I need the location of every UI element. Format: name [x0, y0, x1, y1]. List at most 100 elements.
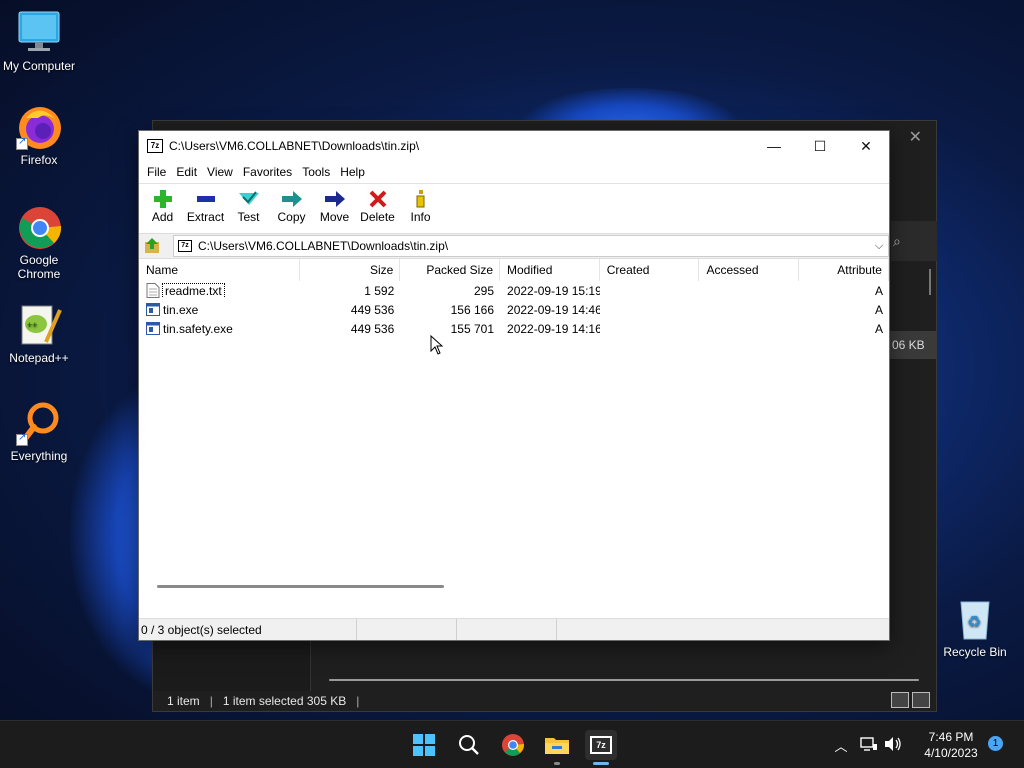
menu-edit[interactable]: Edit [171, 165, 202, 179]
test-icon [227, 188, 270, 210]
col-created[interactable]: Created [600, 259, 700, 281]
taskbar-chrome[interactable] [497, 730, 529, 760]
taskbar: 7z ︿ 7:46 PM 4/10/2023 [0, 720, 1024, 768]
file-size: 449 536 [350, 321, 395, 336]
col-name[interactable]: Name [139, 259, 300, 281]
tiles-view-button[interactable] [912, 692, 930, 708]
address-bar: 7z C:\Users\VM6.COLLABNET\Downloads\tin.… [139, 233, 889, 259]
status-bar: 0 / 3 object(s) selected [139, 618, 889, 640]
table-row[interactable]: tin.safety.exe 449 536 155 701 2022-09-1… [139, 319, 889, 338]
status-cell [457, 619, 557, 640]
file-packed-size: 295 [473, 283, 495, 298]
file-modified: 2022-09-19 14:46 [507, 302, 600, 317]
notification-badge[interactable]: 1 [988, 736, 1003, 751]
taskbar-file-explorer[interactable] [541, 730, 573, 765]
file-size: 1 592 [364, 283, 395, 298]
copy-icon [270, 188, 313, 210]
col-accessed[interactable]: Accessed [699, 259, 800, 281]
folder-icon [545, 738, 569, 754]
col-packed-size[interactable]: Packed Size [400, 259, 501, 281]
desktop-icon-my-computer[interactable]: My Computer [0, 10, 78, 73]
file-name: readme.txt [162, 283, 225, 298]
path-field[interactable]: 7z C:\Users\VM6.COLLABNET\Downloads\tin.… [173, 235, 889, 257]
search-button[interactable] [453, 730, 485, 760]
table-row[interactable]: tin.exe 449 536 156 166 2022-09-19 14:46… [139, 300, 889, 319]
horizontal-scrollbar[interactable] [157, 585, 444, 588]
everything-search-icon [16, 400, 62, 446]
title-bar[interactable]: 7z C:\Users\VM6.COLLABNET\Downloads\tin.… [139, 131, 889, 161]
desktop-icon-recycle-bin[interactable]: ♻ Recycle Bin [936, 596, 1014, 659]
file-list[interactable]: Name Size Packed Size Modified Created A… [139, 259, 889, 602]
monitor-icon [16, 10, 62, 56]
desktop-icon-label: My Computer [2, 59, 76, 73]
exe-file-icon [146, 321, 160, 336]
network-icon[interactable] [860, 736, 878, 755]
menu-help[interactable]: Help [335, 165, 370, 179]
firefox-icon [16, 104, 62, 150]
volume-icon[interactable] [884, 736, 902, 755]
desktop-icon-everything[interactable]: Everything [0, 400, 78, 463]
status-cell [357, 619, 457, 640]
start-button[interactable] [408, 730, 440, 760]
maximize-button[interactable]: ☐ [797, 131, 843, 161]
add-button[interactable]: Add [141, 184, 184, 232]
extract-icon [184, 188, 227, 210]
system-tray: ︿ [830, 721, 902, 768]
test-button[interactable]: Test [227, 184, 270, 232]
desktop-icon-notepadpp[interactable]: ++ Notepad++ [0, 302, 78, 365]
active-indicator [593, 762, 609, 765]
scrollbar[interactable] [929, 269, 931, 295]
info-button[interactable]: Info [399, 184, 442, 232]
move-button[interactable]: Move [313, 184, 356, 232]
delete-button[interactable]: Delete [356, 184, 399, 232]
sevenzip-icon: 7z [590, 736, 612, 754]
nav-pane [153, 641, 311, 691]
table-row[interactable]: readme.txt 1 592 295 2022-09-19 15:19 A [139, 281, 889, 300]
clock[interactable]: 7:46 PM 4/10/2023 [918, 729, 984, 761]
clock-time: 7:46 PM [928, 730, 974, 744]
file-size-badge: 06 KB [888, 331, 936, 359]
col-size[interactable]: Size [300, 259, 401, 281]
column-header-row: Name Size Packed Size Modified Created A… [139, 259, 889, 281]
desktop-icon-label: Everything [10, 449, 68, 463]
taskbar-7zip[interactable]: 7z [585, 730, 617, 765]
copy-button[interactable]: Copy [270, 184, 313, 232]
minimize-button[interactable]: — [751, 131, 797, 161]
menu-tools[interactable]: Tools [297, 165, 335, 179]
file-name: tin.exe [163, 302, 199, 317]
running-indicator [554, 762, 560, 765]
menu-view[interactable]: View [202, 165, 238, 179]
window-title: C:\Users\VM6.COLLABNET\Downloads\tin.zip… [169, 139, 420, 153]
desktop-icon-label: Firefox [20, 153, 58, 167]
desktop-icon-label: Notepad++ [9, 351, 69, 365]
col-attribute[interactable]: Attribute [799, 259, 889, 281]
col-modified[interactable]: Modified [500, 259, 600, 281]
horizontal-scrollbar[interactable] [329, 679, 919, 681]
shortcut-arrow-icon [16, 432, 28, 446]
desktop-icon-chrome[interactable]: Google Chrome [0, 204, 78, 281]
sevenzip-app-icon: 7z [147, 139, 163, 153]
chevron-up-icon[interactable]: ︿ [830, 736, 852, 755]
selection-status: 0 / 3 object(s) selected [139, 619, 357, 640]
chevron-down-icon[interactable]: ⌵ [870, 240, 888, 253]
clock-date: 4/10/2023 [924, 746, 978, 760]
details-view-button[interactable] [891, 692, 909, 708]
desktop-icon-label: Recycle Bin [943, 645, 1007, 659]
sevenzip-window[interactable]: 7z C:\Users\VM6.COLLABNET\Downloads\tin.… [138, 130, 890, 641]
file-name: tin.safety.exe [163, 321, 233, 336]
status-cell [557, 619, 657, 640]
sevenzip-archive-icon: 7z [178, 240, 192, 252]
close-icon[interactable]: ✕ [909, 127, 922, 147]
up-folder-icon[interactable] [143, 237, 161, 255]
recycle-bin-icon: ♻ [952, 596, 998, 642]
add-icon [141, 188, 184, 210]
windows-start-icon [413, 734, 435, 756]
menu-favorites[interactable]: Favorites [238, 165, 297, 179]
menu-file[interactable]: File [142, 165, 171, 179]
desktop-icon-label: Google Chrome [17, 253, 61, 281]
close-button[interactable]: ✕ [843, 131, 889, 161]
desktop-icon-firefox[interactable]: Firefox [0, 104, 78, 167]
exe-file-icon [146, 302, 160, 317]
extract-button[interactable]: Extract [184, 184, 227, 232]
file-attribute: A [874, 302, 883, 317]
